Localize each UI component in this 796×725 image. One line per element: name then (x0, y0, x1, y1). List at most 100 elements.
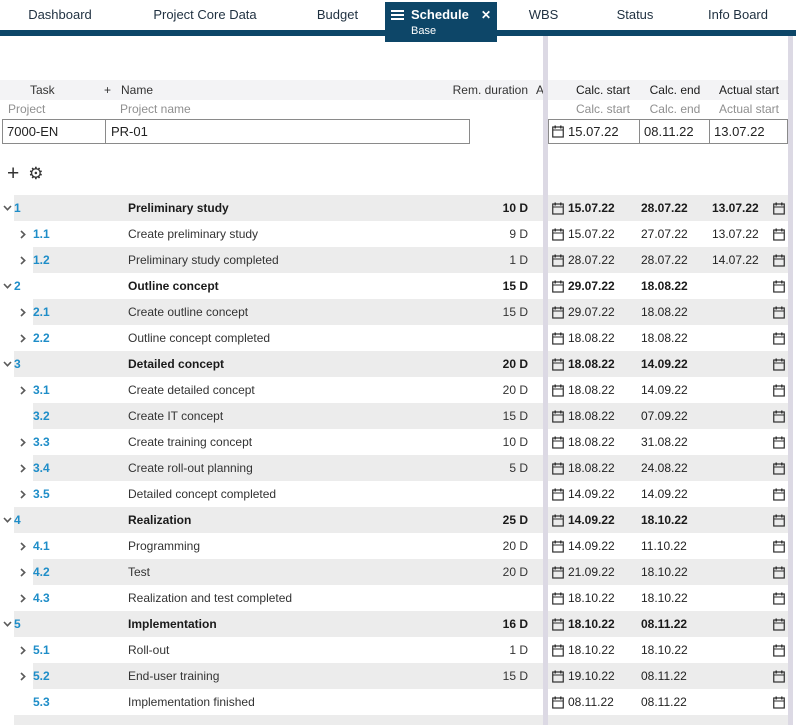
calc-start-date[interactable]: 14.09.22 (566, 487, 640, 501)
project-calc-start-value[interactable]: 15.07.22 (564, 124, 619, 139)
calendar-icon[interactable] (548, 462, 566, 475)
calendar-icon[interactable] (548, 202, 566, 215)
column-header-rem-duration[interactable]: Rem. duration (453, 80, 528, 100)
calc-end-date[interactable]: 08.11.22 (640, 617, 710, 631)
calendar-icon[interactable] (548, 306, 566, 319)
table-row[interactable]: 5 Implementation 16 D (0, 611, 543, 637)
calc-end-date[interactable]: 18.08.22 (640, 279, 710, 293)
calendar-icon[interactable] (770, 540, 788, 553)
calc-end-date[interactable]: 28.07.22 (640, 201, 710, 215)
calendar-icon[interactable] (548, 488, 566, 501)
calendar-icon[interactable] (770, 202, 788, 215)
table-row[interactable]: 3.1 Create detailed concept 20 D (0, 377, 543, 403)
calc-end-date[interactable]: 18.10.22 (640, 591, 710, 605)
expander-cell[interactable] (0, 325, 33, 351)
tab-schedule-active[interactable]: Schedule ✕ Base (385, 2, 497, 42)
table-row[interactable]: 3.5 Detailed concept completed (0, 481, 543, 507)
calc-start-date[interactable]: 18.08.22 (566, 357, 640, 371)
settings-gear-icon[interactable]: ⚙ (28, 164, 43, 184)
expander-cell[interactable] (0, 585, 33, 611)
calendar-icon[interactable] (770, 514, 788, 527)
table-row[interactable]: 2.2 Outline concept completed (0, 325, 543, 351)
task-number-link[interactable]: 3.3 (33, 435, 128, 449)
task-number-link[interactable]: 3.1 (33, 383, 128, 397)
task-number-link[interactable]: 2 (14, 279, 128, 293)
chevron-down-icon[interactable] (3, 283, 12, 289)
calendar-icon[interactable] (548, 592, 566, 605)
calendar-icon[interactable] (770, 306, 788, 319)
task-name[interactable]: Roll-out (128, 643, 438, 657)
calendar-icon[interactable] (548, 670, 566, 683)
calendar-icon[interactable] (770, 644, 788, 657)
project-id-input[interactable]: 7000-EN (3, 120, 106, 143)
task-name[interactable]: Preliminary study completed (128, 253, 438, 267)
calc-start-date[interactable]: 18.08.22 (566, 461, 640, 475)
table-row[interactable]: 4 Realization 25 D (0, 507, 543, 533)
chevron-right-icon[interactable] (20, 567, 26, 577)
chevron-right-icon[interactable] (20, 255, 26, 265)
task-rem-duration[interactable]: 15 D (438, 409, 528, 423)
task-name[interactable]: Implementation finished (128, 695, 438, 709)
expander-cell[interactable] (0, 247, 33, 273)
calc-start-date[interactable]: 18.08.22 (566, 435, 640, 449)
table-row[interactable]: 4.1 Programming 20 D (0, 533, 543, 559)
task-number-link[interactable]: 5.1 (33, 643, 128, 657)
tab-dashboard[interactable]: Dashboard (0, 0, 120, 30)
calc-end-date[interactable]: 27.07.22 (640, 227, 710, 241)
calendar-icon[interactable] (770, 618, 788, 631)
chevron-right-icon[interactable] (20, 229, 26, 239)
calc-start-date[interactable]: 18.10.22 (566, 591, 640, 605)
task-rem-duration[interactable]: 16 D (438, 617, 528, 631)
task-number-link[interactable]: 3.2 (33, 409, 128, 423)
expander-cell[interactable] (0, 481, 33, 507)
task-rem-duration[interactable]: 9 D (438, 227, 528, 241)
task-name[interactable]: Create IT concept (128, 409, 438, 423)
calc-start-date[interactable]: 18.10.22 (566, 643, 640, 657)
task-number-link[interactable]: 5.3 (33, 695, 128, 709)
expander-cell[interactable] (0, 689, 33, 715)
close-tab-icon[interactable]: ✕ (481, 8, 491, 22)
table-row[interactable]: 3 Detailed concept 20 D (0, 351, 543, 377)
calendar-icon[interactable] (548, 358, 566, 371)
calc-end-date[interactable]: 18.10.22 (640, 643, 710, 657)
add-task-icon[interactable]: + (7, 163, 19, 184)
calc-end-date[interactable]: 14.09.22 (640, 383, 710, 397)
calendar-icon[interactable] (548, 566, 566, 579)
column-header-actual-start[interactable]: Actual start (710, 83, 788, 97)
calc-start-date[interactable]: 15.07.22 (566, 227, 640, 241)
expander-cell[interactable] (0, 559, 33, 585)
calc-start-date[interactable]: 08.11.22 (566, 695, 640, 709)
calendar-icon[interactable] (548, 540, 566, 553)
actual-start-date[interactable]: 13.07.22 (710, 227, 770, 241)
calc-end-date[interactable]: 08.11.22 (640, 695, 710, 709)
expander-cell[interactable] (0, 351, 14, 377)
actual-start-date[interactable]: 14.07.22 (710, 253, 770, 267)
task-name[interactable]: Implementation (128, 617, 438, 631)
calendar-icon[interactable] (548, 514, 566, 527)
task-rem-duration[interactable]: 25 D (438, 513, 528, 527)
task-name[interactable]: Preliminary study (128, 201, 438, 215)
tab-status[interactable]: Status (590, 0, 680, 30)
calendar-icon[interactable] (770, 358, 788, 371)
chevron-right-icon[interactable] (20, 541, 26, 551)
calendar-icon[interactable] (770, 332, 788, 345)
calendar-icon[interactable] (770, 488, 788, 501)
table-row[interactable]: 4.3 Realization and test completed (0, 585, 543, 611)
task-name[interactable]: Outline concept (128, 279, 438, 293)
task-name[interactable]: Create outline concept (128, 305, 438, 319)
calc-start-date[interactable]: 14.09.22 (566, 513, 640, 527)
task-name[interactable]: End-user training (128, 669, 438, 683)
expander-cell[interactable] (0, 377, 33, 403)
calc-end-date[interactable]: 18.10.22 (640, 513, 710, 527)
task-rem-duration[interactable]: 20 D (438, 357, 528, 371)
tab-info-board[interactable]: Info Board (680, 0, 796, 30)
project-calc-start-input[interactable]: 15.07.22 (548, 119, 640, 144)
project-calc-end-input[interactable]: 08.11.22 (640, 119, 710, 144)
task-rem-duration[interactable]: 10 D (438, 435, 528, 449)
table-row[interactable]: 2.1 Create outline concept 15 D (0, 299, 543, 325)
task-number-link[interactable]: 3 (14, 357, 128, 371)
calendar-icon[interactable] (770, 670, 788, 683)
calc-start-date[interactable]: 18.08.22 (566, 383, 640, 397)
task-name[interactable]: Create training concept (128, 435, 438, 449)
task-name[interactable]: Create preliminary study (128, 227, 438, 241)
